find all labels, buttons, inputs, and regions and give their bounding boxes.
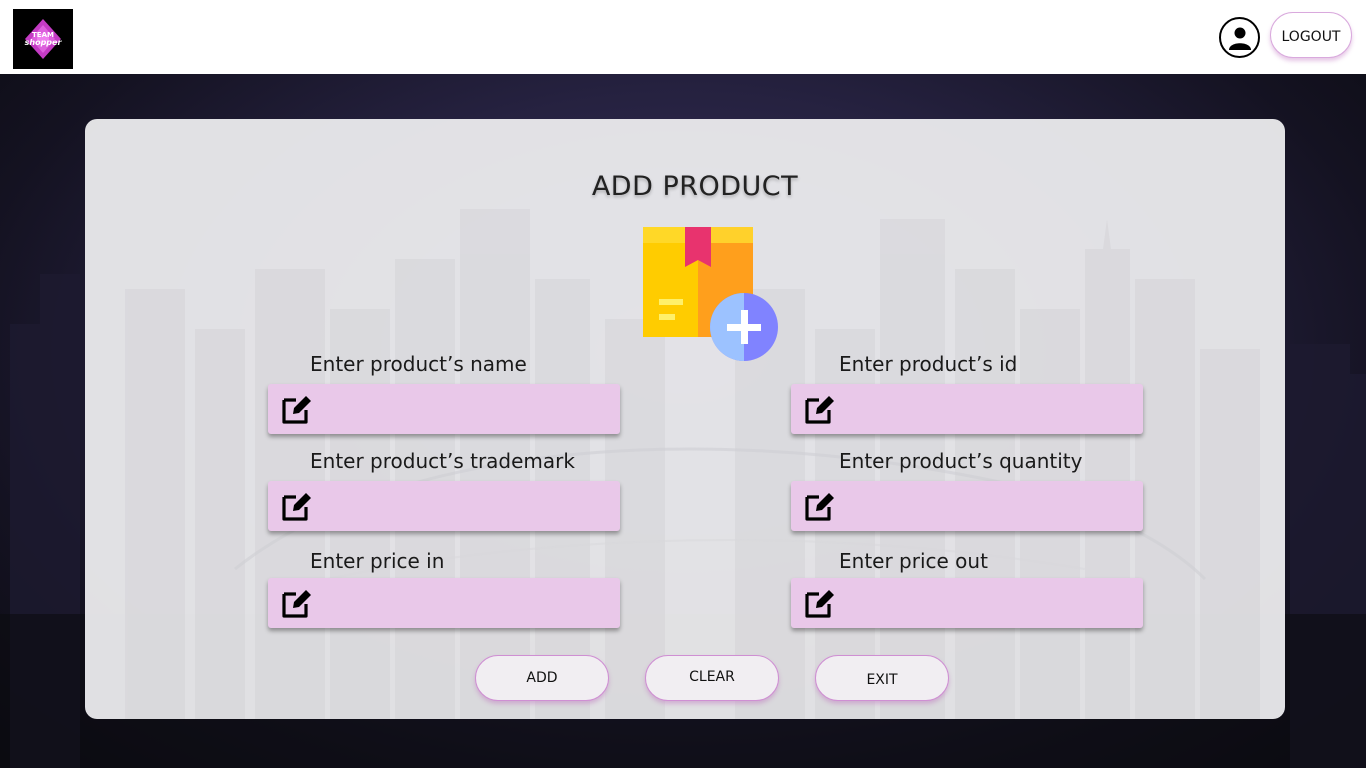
product-trademark-field[interactable] bbox=[268, 481, 620, 531]
product-id-input[interactable] bbox=[837, 384, 1143, 434]
top-bar: TEAM shopper LOGOUT bbox=[0, 0, 1366, 74]
price-out-label: Enter price out bbox=[839, 549, 988, 573]
page-title: ADD PRODUCT bbox=[591, 171, 799, 202]
product-name-field[interactable] bbox=[268, 384, 620, 434]
price-in-field[interactable] bbox=[268, 578, 620, 628]
edit-icon bbox=[805, 396, 834, 424]
product-id-label: Enter product’s id bbox=[839, 352, 1018, 376]
user-circle-icon[interactable] bbox=[1219, 17, 1260, 58]
add-button[interactable]: ADD bbox=[475, 655, 609, 701]
price-in-input[interactable] bbox=[314, 578, 620, 628]
product-quantity-input[interactable] bbox=[837, 481, 1143, 531]
product-id-field[interactable] bbox=[791, 384, 1143, 434]
edit-icon bbox=[282, 396, 311, 424]
price-out-input[interactable] bbox=[837, 578, 1143, 628]
product-name-label: Enter product’s name bbox=[310, 352, 527, 376]
edit-icon bbox=[282, 493, 311, 521]
logout-button[interactable]: LOGOUT bbox=[1270, 12, 1352, 58]
box-add-icon bbox=[643, 227, 778, 361]
product-name-input[interactable] bbox=[314, 384, 620, 434]
logo-line2: shopper bbox=[24, 38, 62, 47]
exit-button[interactable]: EXIT bbox=[815, 655, 949, 701]
product-trademark-label: Enter product’s trademark bbox=[310, 449, 575, 473]
product-trademark-input[interactable] bbox=[314, 481, 620, 531]
edit-icon bbox=[805, 493, 834, 521]
edit-icon bbox=[805, 590, 834, 618]
clear-button[interactable]: CLEAR bbox=[645, 655, 779, 701]
logo-text: TEAM shopper bbox=[25, 31, 62, 47]
price-out-field[interactable] bbox=[791, 578, 1143, 628]
price-in-label: Enter price in bbox=[310, 549, 445, 573]
team-shopper-logo[interactable]: TEAM shopper bbox=[13, 9, 73, 69]
edit-icon bbox=[282, 590, 311, 618]
product-quantity-field[interactable] bbox=[791, 481, 1143, 531]
add-product-card: ADD PRODUCT Enter product’s name Enter p… bbox=[85, 119, 1285, 719]
product-quantity-label: Enter product’s quantity bbox=[839, 449, 1083, 473]
